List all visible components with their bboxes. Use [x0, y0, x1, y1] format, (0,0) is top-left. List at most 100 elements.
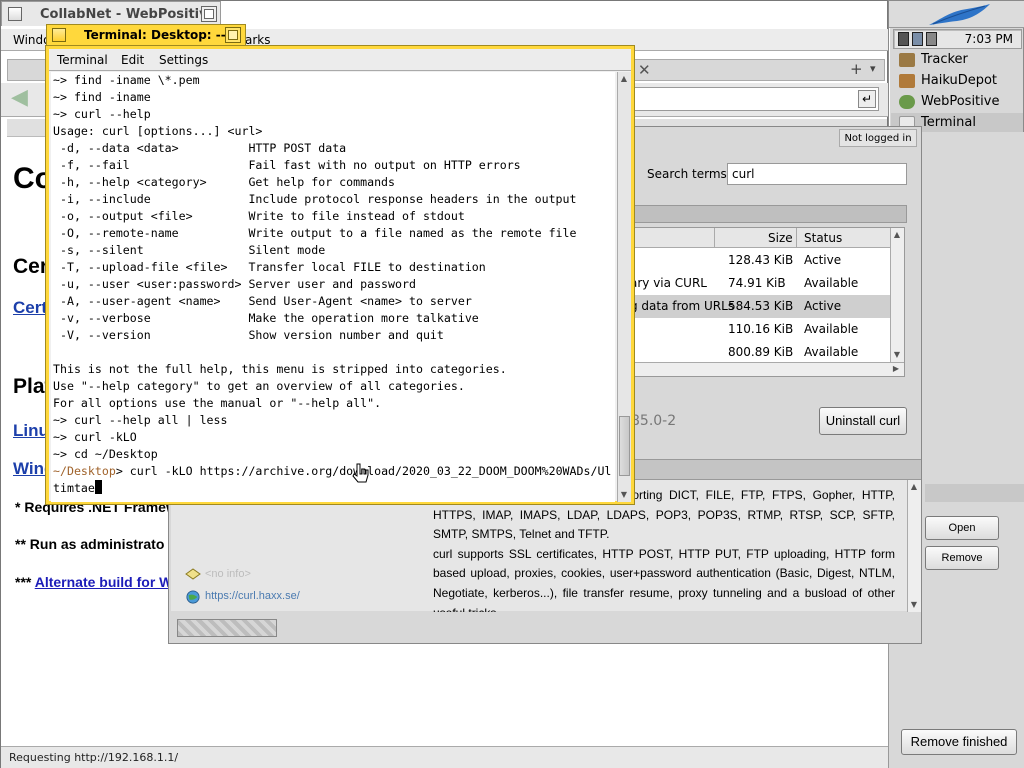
scroll-up-icon[interactable]: ▲ — [891, 229, 903, 241]
terminal-line: ~> curl --help — [53, 107, 151, 121]
scroll-down-icon[interactable]: ▼ — [618, 489, 630, 501]
webpositive-icon — [899, 95, 915, 109]
search-label: Search terms: — [647, 167, 731, 181]
table-horizontal-scrollbar[interactable]: ▶ — [628, 362, 904, 376]
close-icon[interactable] — [52, 28, 66, 42]
progress-bar — [177, 619, 277, 637]
row-size: 74.91 KiB — [728, 276, 786, 290]
uninstall-button[interactable]: Uninstall curl — [819, 407, 907, 435]
new-tab-icon[interactable]: + — [850, 60, 863, 78]
scroll-down-icon[interactable]: ▼ — [891, 349, 903, 361]
pointer-icon — [352, 463, 369, 483]
scroll-down-icon[interactable]: ▼ — [908, 599, 920, 611]
terminal-window-tab[interactable]: Terminal: Desktop: -- — [46, 24, 246, 46]
close-icon[interactable] — [8, 7, 22, 21]
table-vertical-scrollbar[interactable]: ▲ ▼ — [890, 228, 904, 362]
tracker-icon — [899, 53, 915, 67]
terminal-output[interactable]: ~> find -iname \*.pem ~> find -iname ~> … — [51, 72, 615, 502]
description-scrollbar[interactable]: ▲ ▼ — [907, 480, 921, 612]
row-status: Available — [804, 322, 859, 336]
scrollbar-thumb[interactable] — [619, 416, 630, 476]
prompt-path: ~/Desktop — [53, 464, 116, 478]
command-continuation: timtae — [53, 481, 95, 495]
network-icon[interactable] — [912, 32, 923, 46]
search-input[interactable]: curl — [727, 163, 907, 185]
zoom-icon[interactable] — [225, 27, 241, 43]
remove-finished-button[interactable]: Remove finished — [901, 729, 1017, 755]
row-size: 584.53 KiB — [728, 299, 794, 313]
webpositive-window-tab[interactable]: CollabNet - WebPositive — [1, 1, 221, 26]
volume-icon[interactable] — [926, 32, 937, 46]
deskbar-item-webpositive[interactable]: WebPositive — [891, 92, 1023, 112]
scroll-up-icon[interactable]: ▲ — [618, 73, 630, 85]
zoom-icon[interactable] — [201, 6, 217, 22]
window-title: Terminal: Desktop: -- — [84, 28, 226, 42]
description-paragraph: curl supports SSL certificates, HTTP POS… — [433, 546, 895, 612]
details-tab-strip — [627, 459, 921, 479]
row-status: Available — [804, 276, 859, 290]
certificate-link[interactable]: Cert — [13, 298, 47, 318]
table-row[interactable]: 800.89 KiB Available — [628, 341, 890, 364]
menu-window[interactable]: Windo — [13, 33, 51, 47]
terminal-input-line[interactable]: timtae — [51, 480, 615, 497]
alternate-build-note: *** Alternate build for W — [15, 574, 172, 590]
alternate-build-link[interactable]: Alternate build for W — [35, 574, 173, 590]
system-tray: 7:03 PM — [893, 29, 1022, 49]
back-arrow-icon[interactable]: ◀ — [11, 87, 35, 109]
terminal-line: -h, --help <category> Get help for comma… — [53, 175, 396, 189]
terminal-line: -A, --user-agent <name> Send User-Agent … — [53, 294, 472, 308]
terminal-window: Terminal Edit Settings ~> find -iname \*… — [46, 46, 634, 504]
linux-link[interactable]: Linu — [13, 421, 49, 441]
deskbar-item-tracker[interactable]: Tracker — [891, 50, 1023, 70]
no-info-text: <no info> — [205, 568, 251, 580]
clock[interactable]: 7:03 PM — [965, 32, 1013, 46]
row-status: Active — [804, 299, 842, 313]
row-size: 800.89 KiB — [728, 345, 794, 359]
tab-menu-icon[interactable]: ▾ — [870, 62, 876, 75]
column-header-status[interactable]: Status — [804, 231, 842, 245]
terminal-command-line: ~/Desktop> curl -kLO https://archive.org… — [51, 463, 615, 480]
remove-button[interactable]: Remove — [925, 546, 999, 570]
menu-settings[interactable]: Settings — [159, 53, 208, 67]
menu-edit[interactable]: Edit — [121, 53, 144, 67]
deskbar-item-haikudepot[interactable]: HaikuDepot — [891, 71, 1023, 91]
menu-terminal[interactable]: Terminal — [57, 53, 108, 67]
table-row[interactable]: 110.16 KiB Available — [628, 318, 890, 341]
terminal-line: -T, --upload-file <file> Transfer local … — [53, 260, 486, 274]
login-status[interactable]: Not logged in — [839, 129, 917, 147]
column-header-size[interactable]: Size — [768, 231, 793, 245]
menu-bookmarks[interactable]: arks — [245, 33, 271, 47]
table-row[interactable]: ary via CURL 74.91 KiB Available — [628, 272, 890, 295]
tray-icon[interactable] — [898, 32, 909, 46]
terminal-line: For all options use the manual or "--hel… — [53, 396, 382, 410]
terminal-scrollbar[interactable]: ▲ ▼ — [617, 72, 631, 502]
package-version: 85.0-2 — [631, 413, 677, 429]
close-tab-icon[interactable]: ✕ — [638, 61, 651, 79]
terminal-line: Usage: curl [options...] <url> — [53, 124, 263, 138]
deskbar-item-label: HaikuDepot — [921, 73, 998, 88]
row-size: 128.43 KiB — [728, 253, 794, 267]
deskbar-item-label: Tracker — [921, 52, 968, 67]
open-button[interactable]: Open — [925, 516, 999, 540]
terminal-line: -f, --fail Fail fast with no output on H… — [53, 158, 521, 172]
table-header: Size Status — [628, 228, 890, 248]
scroll-right-icon[interactable]: ▶ — [890, 363, 902, 375]
deskbar-menu-button[interactable] — [889, 1, 1024, 28]
go-icon[interactable]: ↵ — [858, 90, 876, 108]
terminal-line: -O, --remote-name Write output to a file… — [53, 226, 577, 240]
scroll-up-icon[interactable]: ▲ — [908, 481, 920, 493]
terminal-line: -o, --output <file> Write to file instea… — [53, 209, 465, 223]
terminal-line: ~> curl --help all | less — [53, 413, 228, 427]
row-summary: g data from URLs — [630, 299, 735, 313]
admin-note: ** Run as administrato — [15, 536, 165, 552]
homepage-link[interactable]: https://curl.haxx.se/ — [205, 590, 300, 602]
table-row-selected[interactable]: g data from URLs 584.53 KiB Active — [628, 295, 890, 318]
table-row[interactable]: 128.43 KiB Active — [628, 249, 890, 272]
terminal-line: ~> curl -kLO — [53, 430, 137, 444]
terminal-line: -v, --verbose Make the operation more ta… — [53, 311, 479, 325]
row-size: 110.16 KiB — [728, 322, 794, 336]
url-field[interactable]: ↵ — [621, 87, 879, 111]
deskbar-item-label: Terminal — [921, 115, 976, 130]
panel-strip — [925, 484, 1024, 502]
